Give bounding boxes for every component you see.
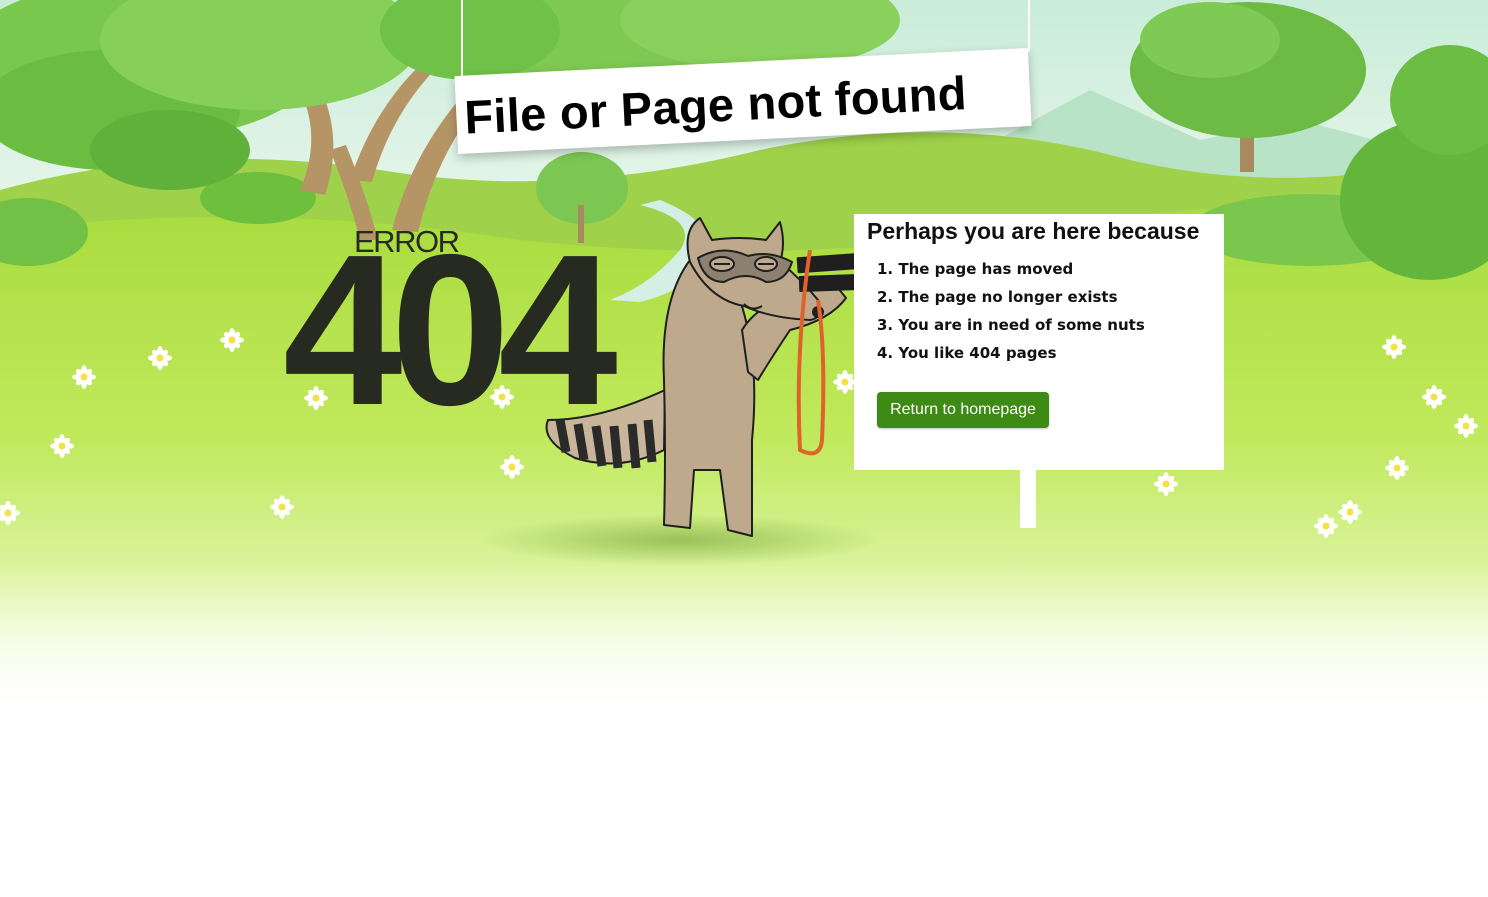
list-item: 3. You are in need of some nuts [877, 316, 1145, 334]
list-item: 1. The page has moved [877, 260, 1074, 278]
reason-list: 1. The page has moved 2. The page no lon… [877, 259, 1145, 371]
list-item: 2. The page no longer exists [877, 288, 1118, 306]
info-heading: Perhaps you are here because [867, 218, 1200, 244]
return-home-button[interactable]: Return to homepage [877, 392, 1049, 428]
signpost [1020, 462, 1036, 528]
list-item: 4. You like 404 pages [877, 344, 1057, 362]
page-title: File or Page not found [463, 66, 968, 144]
error-code: 404 [283, 209, 618, 450]
info-board: Perhaps you are here because 1. The page… [854, 214, 1224, 470]
